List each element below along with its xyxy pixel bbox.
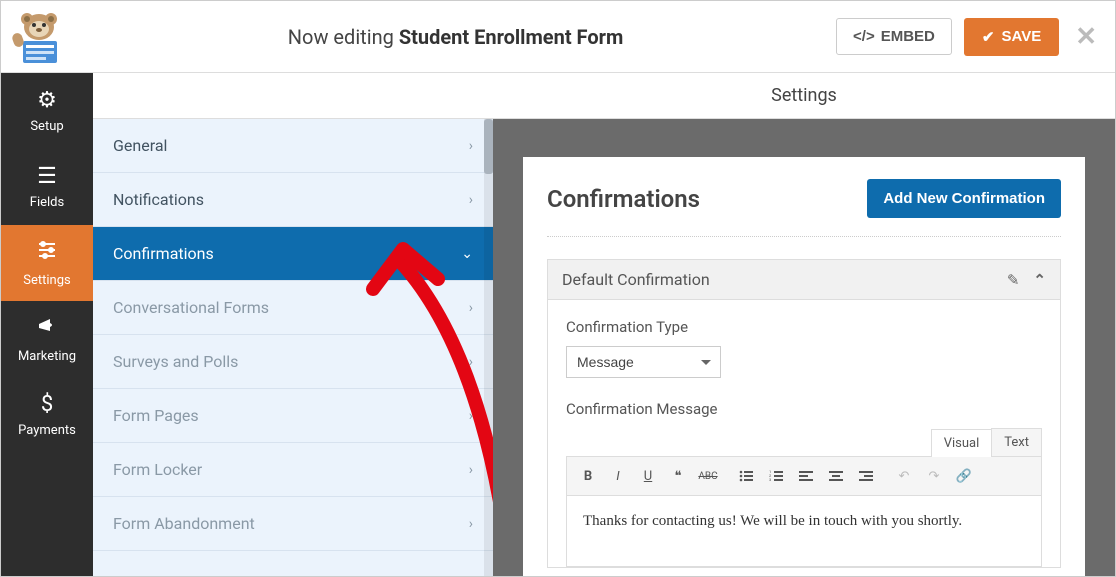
- editor-tab-text[interactable]: Text: [991, 428, 1042, 456]
- settings-item-form-pages[interactable]: Form Pages ›: [93, 389, 493, 443]
- chevron-right-icon: ›: [469, 300, 473, 316]
- quote-icon[interactable]: ❝: [665, 463, 691, 489]
- add-new-confirmation-button[interactable]: Add New Confirmation: [867, 179, 1061, 218]
- bullet-list-icon[interactable]: [733, 463, 759, 489]
- bold-icon[interactable]: B: [575, 463, 601, 489]
- chevron-right-icon: ›: [469, 462, 473, 478]
- redo-icon[interactable]: ↷: [921, 463, 947, 489]
- settings-item-form-locker[interactable]: Form Locker ›: [93, 443, 493, 497]
- svg-text:3: 3: [769, 477, 771, 482]
- settings-item-confirmations[interactable]: Confirmations ⌄: [93, 227, 493, 281]
- embed-button[interactable]: </> EMBED: [836, 18, 952, 55]
- scrollbar-track[interactable]: [484, 119, 493, 576]
- align-left-icon[interactable]: [793, 463, 819, 489]
- save-button[interactable]: ✔ SAVE: [964, 18, 1059, 56]
- editor-tab-visual[interactable]: Visual: [931, 429, 993, 457]
- list-icon: ☰: [37, 164, 57, 189]
- settings-item-general[interactable]: General ›: [93, 119, 493, 173]
- chevron-up-icon[interactable]: ⌃: [1033, 271, 1046, 289]
- close-icon[interactable]: ✕: [1075, 22, 1097, 52]
- underline-icon[interactable]: U: [635, 463, 661, 489]
- link-icon[interactable]: 🔗: [951, 463, 977, 489]
- editing-title: Now editing Student Enrollment Form: [75, 25, 836, 49]
- scrollbar-thumb[interactable]: [484, 119, 493, 174]
- chevron-right-icon: ›: [469, 354, 473, 370]
- sliders-icon: [36, 239, 58, 267]
- chevron-right-icon: ›: [469, 138, 473, 154]
- confirmation-message-label: Confirmation Message: [566, 400, 1042, 418]
- italic-icon[interactable]: I: [605, 463, 631, 489]
- app-logo: [9, 9, 75, 65]
- gear-icon: ⚙: [37, 88, 57, 113]
- sidebar-item-payments[interactable]: $ Payments: [1, 377, 93, 453]
- strikethrough-icon[interactable]: ABC: [695, 463, 721, 489]
- settings-item-surveys-polls[interactable]: Surveys and Polls ›: [93, 335, 493, 389]
- dollar-icon: $: [41, 392, 53, 417]
- number-list-icon[interactable]: 123: [763, 463, 789, 489]
- chevron-right-icon: ›: [469, 192, 473, 208]
- sidebar-item-setup[interactable]: ⚙ Setup: [1, 73, 93, 149]
- align-right-icon[interactable]: [853, 463, 879, 489]
- settings-item-form-abandonment[interactable]: Form Abandonment ›: [93, 497, 493, 551]
- chevron-right-icon: ›: [469, 516, 473, 532]
- confirmation-type-select[interactable]: Message: [566, 346, 721, 378]
- bullhorn-icon: [36, 315, 58, 343]
- settings-menu: General › Notifications › Confirmations …: [93, 119, 493, 576]
- sidebar-item-settings[interactable]: Settings: [1, 225, 93, 301]
- confirmation-type-label: Confirmation Type: [566, 318, 1042, 336]
- chevron-down-icon: ⌄: [461, 246, 473, 262]
- panel-title: Confirmations: [547, 185, 700, 213]
- pencil-icon[interactable]: ✎: [1007, 271, 1020, 289]
- editor-toolbar: B I U ❝ ABC 123: [567, 457, 1041, 496]
- check-icon: ✔: [982, 28, 995, 46]
- confirmation-message-editor[interactable]: Thanks for contacting us! We will be in …: [567, 496, 1041, 566]
- settings-item-conversational-forms[interactable]: Conversational Forms ›: [93, 281, 493, 335]
- align-center-icon[interactable]: [823, 463, 849, 489]
- code-icon: </>: [853, 28, 875, 45]
- right-header: Settings: [493, 73, 1115, 119]
- sidebar-item-fields[interactable]: ☰ Fields: [1, 149, 93, 225]
- sidebar-item-marketing[interactable]: Marketing: [1, 301, 93, 377]
- settings-item-notifications[interactable]: Notifications ›: [93, 173, 493, 227]
- undo-icon[interactable]: ↶: [891, 463, 917, 489]
- chevron-right-icon: ›: [469, 408, 473, 424]
- main-sidebar: ⚙ Setup ☰ Fields Settings Marketing $ Pa…: [1, 73, 93, 576]
- confirmation-header[interactable]: Default Confirmation ✎ ⌃: [548, 260, 1060, 300]
- confirmation-name: Default Confirmation: [562, 270, 710, 289]
